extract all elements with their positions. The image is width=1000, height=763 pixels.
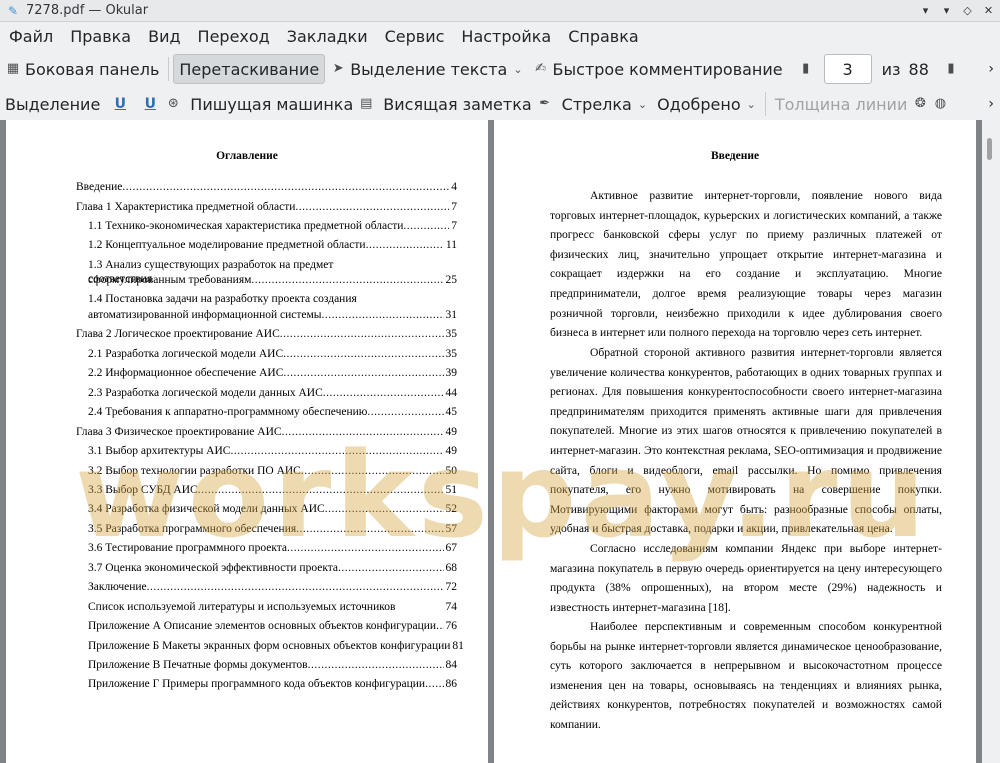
menu-bar: Файл Правка Вид Переход Закладки Сервис … — [0, 22, 1000, 50]
sidebar-icon: ▦ — [6, 61, 20, 76]
page-number-input[interactable]: 3 — [823, 54, 872, 84]
toc-entry[interactable]: Приложение Г Примеры программного кода о… — [88, 677, 457, 691]
intro-paragraph: Обратной стороной активного развития инт… — [550, 346, 942, 536]
toc-entry[interactable]: Глава 2 Логическое проектирование АИС35 — [76, 327, 457, 341]
toc-entry[interactable]: 1.1 Технико-экономическая характеристика… — [88, 219, 457, 233]
toc-entry[interactable]: 3.2 Выбор технологии разработки ПО АИС50 — [88, 464, 457, 478]
toc-entry[interactable]: 2.4 Требования к аппаратно-программному … — [88, 405, 457, 419]
toc-entry[interactable]: 2.3 Разработка логической модели данных … — [88, 386, 457, 400]
quick-comment-label: Быстрое комментирование — [552, 59, 783, 79]
okular-app-icon: ✎ — [8, 3, 19, 18]
text-select-label: Выделение текста — [350, 59, 508, 79]
typewriter-tool[interactable]: Пишущая машинка — [185, 89, 358, 119]
page-current: 3 — [842, 59, 853, 79]
selection-tool[interactable]: Выделение — [0, 89, 105, 119]
page-introduction: Введение Активное развитие интернет-торг… — [494, 120, 976, 763]
toc-list: Введение4 Глава 1 Характеристика предмет… — [6, 120, 488, 763]
note-icon[interactable]: ▤ — [358, 96, 374, 112]
toc-entry[interactable]: сформулированным требованиям25 — [88, 273, 457, 287]
chevron-down-icon[interactable]: ⌄ — [513, 63, 522, 76]
color-icon[interactable]: ❂ — [912, 96, 928, 112]
toc-entry[interactable]: Введение4 — [76, 180, 457, 194]
intro-paragraph: Активное развитие интернет-торговли, поя… — [550, 189, 942, 340]
toc-entry[interactable]: 3.5 Разработка программного обеспечения5… — [88, 522, 457, 536]
pen-icon: ✍ — [535, 61, 546, 76]
toc-entry[interactable]: 3.3 Выбор СУБД АИС51 — [88, 483, 457, 497]
toolbar-overflow-icon[interactable]: › — [988, 61, 994, 77]
sidebar-button[interactable]: ▦ Боковая панель — [0, 54, 164, 84]
sticky-note-tool[interactable]: Висящая заметка — [378, 89, 536, 119]
maximize-button[interactable]: ◇ — [960, 3, 975, 18]
next-page-icon[interactable]: ▮ — [943, 61, 959, 77]
window-title: 7278.pdf — Okular — [26, 3, 149, 18]
page-of-label: из — [881, 59, 901, 79]
toc-entry[interactable]: 3.1 Выбор архитектуры АИС49 — [88, 444, 457, 458]
menu-edit[interactable]: Правка — [61, 27, 139, 46]
toc-entry[interactable]: 1.2 Концептуальное моделирование предмет… — [88, 238, 457, 252]
chevron-down-icon[interactable]: ⌄ — [638, 98, 647, 111]
intro-title: Введение — [710, 150, 760, 162]
menu-tools[interactable]: Сервис — [376, 27, 453, 46]
page-total: 88 — [908, 59, 929, 79]
cursor-icon: ➤ — [332, 61, 344, 76]
stamp-label: Одобрено — [657, 94, 741, 114]
opacity-icon[interactable]: ◍ — [932, 96, 948, 112]
menu-view[interactable]: Вид — [139, 27, 188, 46]
menu-settings[interactable]: Настройка — [452, 27, 559, 46]
drag-mode-label: Перетаскивание — [179, 59, 320, 79]
toc-entry[interactable]: 3.6 Тестирование программного проекта67 — [88, 541, 457, 555]
sidebar-label: Боковая панель — [25, 59, 160, 79]
main-toolbar: ▦ Боковая панель Перетаскивание ➤ Выделе… — [0, 52, 1000, 86]
drag-mode-button[interactable]: Перетаскивание — [173, 54, 326, 84]
line-width-control[interactable]: Толщина линии — [770, 89, 913, 119]
toc-entry[interactable]: Приложение Б Макеты экранных форм основн… — [88, 639, 464, 653]
chevron-down-icon[interactable]: ⌄ — [747, 98, 756, 111]
intro-paragraph: Согласно исследованиям компании Яндекс п… — [550, 542, 942, 614]
scrollbar-thumb[interactable] — [987, 138, 992, 160]
intro-paragraph: Наиболее перспективным и современным спо… — [550, 620, 942, 731]
toc-entry[interactable]: Список используемой литературы и использ… — [88, 600, 457, 614]
arrow-tool[interactable]: Стрелка ⌄ — [557, 89, 652, 119]
keep-above-icon[interactable]: ▾ — [918, 3, 933, 18]
arrow-label: Стрелка — [561, 94, 632, 114]
brush-icon[interactable]: ✒ — [537, 96, 553, 112]
stamp-tool[interactable]: Одобрено ⌄ — [652, 89, 761, 119]
toolbar-overflow-icon[interactable]: › — [988, 96, 994, 112]
vertical-scrollbar[interactable] — [982, 120, 1000, 763]
menu-help[interactable]: Справка — [559, 27, 647, 46]
toc-entry[interactable]: 2.2 Информационное обеспечение АИС39 — [88, 366, 457, 380]
quick-comment-button[interactable]: ✍ Быстрое комментирование — [528, 54, 788, 84]
menu-file[interactable]: Файл — [0, 27, 61, 46]
close-button[interactable]: ✕ — [981, 3, 996, 18]
line-width-label: Толщина линии — [774, 94, 908, 114]
toc-entry[interactable]: Заключение72 — [88, 580, 457, 594]
strikeout-icon[interactable]: ⊛ — [165, 96, 181, 112]
prev-page-icon[interactable]: ▮ — [798, 61, 814, 77]
toolbar-separator — [764, 92, 766, 116]
typewriter-label: Пишущая машинка — [190, 94, 354, 114]
toc-entry[interactable]: 3.7 Оценка экономической эффективности п… — [88, 561, 457, 575]
document-viewer[interactable]: Оглавление Введение4 Глава 1 Характерист… — [0, 120, 1000, 763]
underline-icon[interactable]: U — [111, 96, 129, 112]
window-titlebar: ✎ 7278.pdf — Okular ▾ ▾ ◇ ✕ — [0, 0, 1000, 22]
toolbar-separator — [168, 57, 170, 81]
toc-entry[interactable]: автоматизированной информационной систем… — [88, 308, 457, 322]
toc-entry[interactable]: 3.4 Разработка физической модели данных … — [88, 502, 457, 516]
menu-bookmarks[interactable]: Закладки — [278, 27, 376, 46]
toc-entry[interactable]: Глава 1 Характеристика предметной област… — [76, 200, 457, 214]
minimize-button[interactable]: ▾ — [939, 3, 954, 18]
menu-go[interactable]: Переход — [189, 27, 278, 46]
toc-entry-line1: 1.4 Постановка задачи на разработку прое… — [88, 293, 357, 305]
selection-label: Выделение — [5, 94, 101, 114]
toc-entry[interactable]: Приложение В Печатные формы документов84 — [88, 658, 457, 672]
page-table-of-contents: Оглавление Введение4 Глава 1 Характерист… — [6, 120, 488, 763]
toc-entry[interactable]: Приложение А Описание элементов основных… — [88, 619, 457, 633]
annotation-toolbar: Выделение U U ⊛ Пишущая машинка ▤ Висяща… — [0, 88, 1000, 120]
squiggle-underline-icon[interactable]: U — [141, 96, 159, 112]
toc-entry[interactable]: Глава 3 Физическое проектирование АИС49 — [76, 425, 457, 439]
sticky-note-label: Висящая заметка — [383, 94, 532, 114]
toc-entry[interactable]: 2.1 Разработка логической модели АИС35 — [88, 347, 457, 361]
text-select-button[interactable]: ➤ Выделение текста ⌄ — [325, 54, 527, 84]
